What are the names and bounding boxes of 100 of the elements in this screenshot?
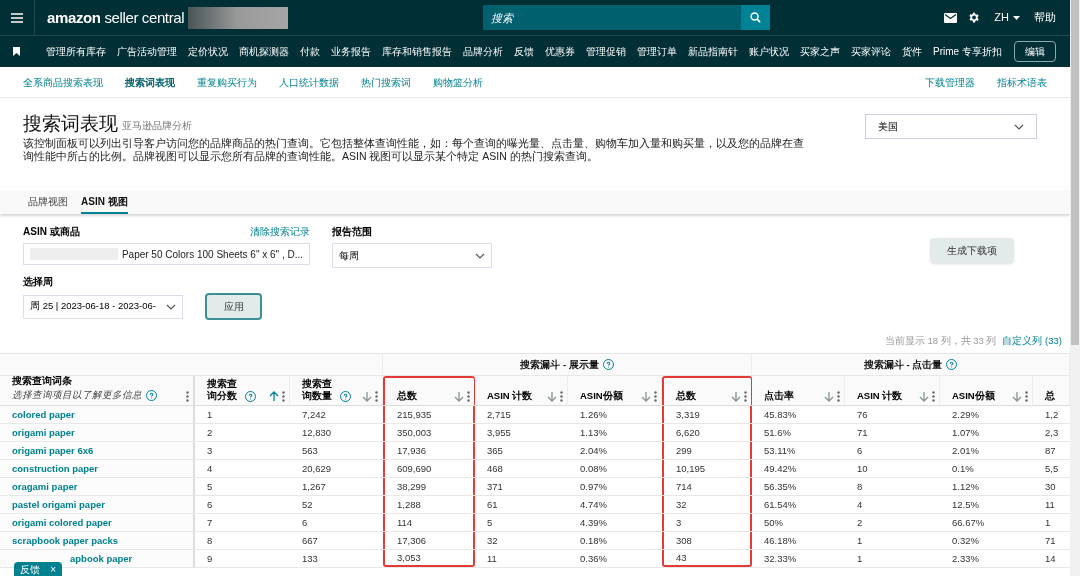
- column-header[interactable]: ASIN份额: [568, 376, 662, 406]
- asin-field[interactable]: Paper 50 Colors 100 Sheets 6" x 6" , D...: [23, 243, 310, 265]
- sort-down-icon[interactable]: [731, 391, 741, 403]
- settings-icon[interactable]: [967, 11, 981, 24]
- nav-item[interactable]: 付款: [300, 44, 320, 59]
- logo[interactable]: amazon seller central: [47, 10, 185, 25]
- nav-item[interactable]: 库存和销售报告: [382, 44, 452, 59]
- more-icon[interactable]: [1025, 391, 1028, 403]
- table-cell: 3,053: [397, 550, 421, 565]
- more-icon[interactable]: [932, 391, 935, 403]
- nav-item[interactable]: 商机探测器: [239, 44, 289, 59]
- query-link[interactable]: oragami paper: [12, 479, 78, 494]
- mail-icon[interactable]: [944, 12, 958, 23]
- sort-down-icon[interactable]: [1012, 391, 1022, 403]
- column-header[interactable]: 搜索查询分数: [195, 376, 290, 406]
- language-menu[interactable]: ZH: [994, 9, 1020, 26]
- query-link[interactable]: origami paper 6x6: [12, 443, 94, 458]
- query-link[interactable]: origami paper: [12, 425, 75, 440]
- nav-item[interactable]: 业务报告: [331, 44, 371, 59]
- edit-button[interactable]: 编辑: [1014, 41, 1056, 62]
- view-tab[interactable]: 品牌视图: [28, 194, 68, 214]
- view-tab[interactable]: ASIN 视图: [81, 194, 128, 214]
- query-link[interactable]: origami colored paper: [12, 515, 112, 530]
- more-icon[interactable]: [186, 391, 189, 403]
- subnav-tab[interactable]: 全系商品搜索表现: [23, 74, 103, 90]
- sort-down-icon[interactable]: [547, 391, 557, 403]
- table-cell: 56.35%: [764, 479, 797, 494]
- nav-item[interactable]: 账户状况: [749, 44, 789, 59]
- subnav-tab[interactable]: 搜索词表现: [125, 74, 175, 90]
- subnav-link[interactable]: 下载管理器: [925, 74, 975, 90]
- column-header[interactable]: 总数: [383, 376, 475, 406]
- column-header[interactable]: ASIN份额: [940, 376, 1033, 406]
- query-link[interactable]: scrapbook paper packs: [12, 533, 119, 548]
- query-link[interactable]: pastel origami paper: [12, 497, 105, 512]
- table-cell: 8: [857, 479, 863, 494]
- bookmark-icon[interactable]: [13, 47, 20, 56]
- table-cell: 3,319: [676, 407, 700, 422]
- scrollbar[interactable]: [1070, 0, 1080, 576]
- feedback-label[interactable]: 反馈: [20, 561, 40, 576]
- subnav-tab[interactable]: 人口统计数据: [279, 74, 339, 90]
- menu-icon[interactable]: [11, 12, 23, 23]
- column-header[interactable]: ASIN 计数: [475, 376, 568, 406]
- nav-item[interactable]: 管理所有库存: [46, 44, 106, 59]
- table-cell: 7,242: [302, 407, 326, 422]
- nav-item[interactable]: 新品指南针: [688, 44, 738, 59]
- query-link[interactable]: colored paper: [12, 407, 75, 422]
- more-icon[interactable]: [282, 391, 285, 403]
- chevron-down-icon: [475, 252, 485, 259]
- help-link[interactable]: 帮助: [1034, 9, 1056, 26]
- more-icon[interactable]: [744, 391, 747, 403]
- nav-item[interactable]: 买家评论: [851, 44, 891, 59]
- sort-down-icon[interactable]: [362, 391, 372, 403]
- close-icon[interactable]: ×: [50, 561, 56, 576]
- nav-item[interactable]: 品牌分析: [463, 44, 503, 59]
- column-header[interactable]: 总数: [662, 376, 752, 406]
- table-cell: 1: [207, 407, 213, 422]
- nav-item[interactable]: 优惠券: [545, 44, 575, 59]
- nav-item[interactable]: 买家之声: [800, 44, 840, 59]
- country-select[interactable]: 美国: [865, 114, 1037, 139]
- sort-up-icon[interactable]: [269, 391, 279, 403]
- column-title: 总数: [397, 390, 417, 403]
- sort-down-icon[interactable]: [641, 391, 651, 403]
- more-icon[interactable]: [467, 391, 470, 403]
- feedback-badge[interactable]: 反馈 ×: [14, 562, 62, 576]
- column-header[interactable]: ASIN 计数: [845, 376, 940, 406]
- more-icon[interactable]: [375, 391, 378, 403]
- subnav-tab[interactable]: 热门搜索词: [361, 74, 411, 90]
- search-field[interactable]: 搜索: [483, 5, 742, 30]
- nav-item[interactable]: 货件: [902, 44, 922, 59]
- sort-down-icon[interactable]: [454, 391, 464, 403]
- nav-item[interactable]: 管理促销: [586, 44, 626, 59]
- column-header[interactable]: 搜索查询数量: [290, 376, 383, 406]
- query-link[interactable]: construction paper: [12, 461, 99, 476]
- query-link[interactable]: apbook paper: [70, 551, 133, 566]
- apply-button[interactable]: 应用: [205, 293, 262, 320]
- nav-item[interactable]: 广告活动管理: [117, 44, 177, 59]
- column-header[interactable]: 点击率: [752, 376, 845, 406]
- customize-columns-link[interactable]: 自定义列 (33): [1002, 334, 1062, 349]
- nav-item[interactable]: 管理订单: [637, 44, 677, 59]
- nav-item[interactable]: 反馈: [514, 44, 534, 59]
- sort-down-icon[interactable]: [919, 391, 929, 403]
- table-cell: 1,288: [397, 497, 421, 512]
- nav-item[interactable]: Prime 专享折扣: [933, 44, 1002, 59]
- search-button[interactable]: [741, 5, 771, 30]
- subnav-tab[interactable]: 购物篮分析: [433, 74, 483, 90]
- table-cell: 66.67%: [952, 515, 985, 530]
- week-select[interactable]: 周 25 | 2023-06-18 - 2023-06-: [23, 294, 183, 319]
- table-cell: 50%: [764, 515, 783, 530]
- more-icon[interactable]: [654, 391, 657, 403]
- sort-down-icon[interactable]: [824, 391, 834, 403]
- range-select[interactable]: 每周: [332, 243, 492, 268]
- clear-search-link[interactable]: 清除搜索记录: [250, 224, 310, 239]
- table-cell: 2: [207, 425, 213, 440]
- generate-download-button[interactable]: 生成下载项: [930, 238, 1014, 263]
- subnav-link[interactable]: 指标术语表: [997, 74, 1047, 90]
- nav-item[interactable]: 定价状况: [188, 44, 228, 59]
- column-group-header: 搜索漏斗 - 点击量: [863, 357, 943, 372]
- more-icon[interactable]: [560, 391, 563, 403]
- subnav-tab[interactable]: 重复购买行为: [197, 74, 257, 90]
- more-icon[interactable]: [837, 391, 840, 403]
